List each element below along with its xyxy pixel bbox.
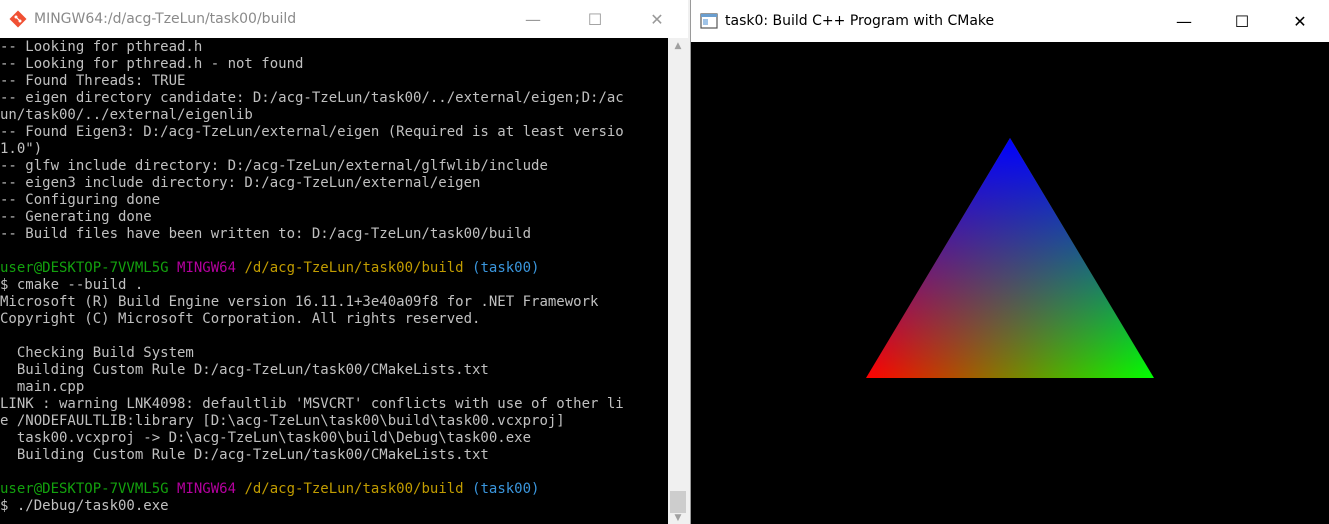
terminal-text-segment: -- Generating done <box>0 209 152 225</box>
terminal-text-segment: task00.vcxproj -> D:\acg-TzeLun\task00\b… <box>0 430 532 446</box>
close-button[interactable]: ✕ <box>1271 0 1329 42</box>
terminal-line: Copyright (C) Microsoft Corporation. All… <box>0 311 624 328</box>
terminal-text-segment: MINGW64 <box>177 260 245 276</box>
terminal-text-segment: 1.0") <box>0 141 43 157</box>
scroll-thumb[interactable] <box>670 491 686 513</box>
terminal-line: -- Looking for pthread.h <box>0 39 624 56</box>
terminal-text-segment: (task00) <box>472 260 540 276</box>
maximize-button[interactable]: ☐ <box>564 0 626 38</box>
terminal-text-segment: $ ./Debug/task00.exe <box>0 498 169 514</box>
terminal-line: user@DESKTOP-7VVML5G MINGW64 /d/acg-TzeL… <box>0 260 624 277</box>
terminal-text-segment: -- Looking for pthread.h <box>0 39 203 55</box>
terminal-line: -- Generating done <box>0 209 624 226</box>
terminal-window: MINGW64:/d/acg-TzeLun/task00/build — ☐ ✕… <box>0 0 688 524</box>
terminal-output[interactable]: -- Looking for pthread.h -- Looking for p… <box>0 38 668 524</box>
terminal-line: -- Found Threads: TRUE <box>0 73 624 90</box>
terminal-lines: -- Looking for pthread.h -- Looking for p… <box>0 39 624 515</box>
terminal-text-segment: Building Custom Rule D:/acg-TzeLun/task0… <box>0 362 489 378</box>
terminal-line: -- Found Eigen3: D:/acg-TzeLun/external/… <box>0 124 624 141</box>
maximize-button[interactable]: ☐ <box>1213 0 1271 42</box>
terminal-text-segment: -- glfw include directory: D:/acg-TzeLun… <box>0 158 548 174</box>
terminal-line: LINK : warning LNK4098: defaultlib 'MSVC… <box>0 396 624 413</box>
terminal-line: $ cmake --build . <box>0 277 624 294</box>
terminal-line: $ ./Debug/task00.exe <box>0 498 624 515</box>
terminal-line: Building Custom Rule D:/acg-TzeLun/task0… <box>0 362 624 379</box>
rendered-triangle <box>866 138 1154 378</box>
terminal-text-segment: -- Found Eigen3: D:/acg-TzeLun/external/… <box>0 124 624 140</box>
terminal-line: -- Looking for pthread.h - not found <box>0 56 624 73</box>
terminal-line: Microsoft (R) Build Engine version 16.11… <box>0 294 624 311</box>
terminal-text-segment: -- Configuring done <box>0 192 161 208</box>
terminal-text-segment: LINK : warning LNK4098: defaultlib 'MSVC… <box>0 396 624 412</box>
terminal-line: -- eigen directory candidate: D:/acg-Tze… <box>0 90 624 107</box>
terminal-text-segment: (task00) <box>472 481 540 497</box>
terminal-line: main.cpp <box>0 379 624 396</box>
scroll-down-arrow-icon[interactable]: ▼ <box>668 512 688 524</box>
terminal-text-segment: Building Custom Rule D:/acg-TzeLun/task0… <box>0 447 489 463</box>
opengl-titlebar[interactable]: task0: Build C++ Program with CMake — ☐ … <box>691 0 1329 42</box>
terminal-text-segment: un/task00/../external/eigenlib <box>0 107 253 123</box>
terminal-line: Building Custom Rule D:/acg-TzeLun/task0… <box>0 447 624 464</box>
terminal-line: e /NODEFAULTLIB:library [D:\acg-TzeLun\t… <box>0 413 624 430</box>
triangle-top-fill <box>866 138 1154 378</box>
terminal-text-segment: Microsoft (R) Build Engine version 16.11… <box>0 294 599 310</box>
terminal-line: 1.0") <box>0 141 624 158</box>
opengl-canvas[interactable] <box>691 42 1329 524</box>
terminal-text-segment: /d/acg-TzeLun/task00/build <box>244 481 473 497</box>
minimize-button[interactable]: — <box>1155 0 1213 42</box>
minimize-button[interactable]: — <box>502 0 564 38</box>
window-title: MINGW64:/d/acg-TzeLun/task00/build <box>34 11 297 27</box>
terminal-text-segment: -- Looking for pthread.h - not found <box>0 56 304 72</box>
terminal-text-segment: Copyright (C) Microsoft Corporation. All… <box>0 311 481 327</box>
git-bash-icon <box>8 9 28 29</box>
terminal-line: -- eigen3 include directory: D:/acg-TzeL… <box>0 175 624 192</box>
terminal-text-segment: e /NODEFAULTLIB:library [D:\acg-TzeLun\t… <box>0 413 565 429</box>
terminal-text-segment: /d/acg-TzeLun/task00/build <box>244 260 473 276</box>
close-button[interactable]: ✕ <box>626 0 688 38</box>
terminal-text-segment: MINGW64 <box>177 481 245 497</box>
app-window-icon <box>699 11 719 31</box>
terminal-text-segment: user@DESKTOP-7VVML5G <box>0 260 178 276</box>
window-title: task0: Build C++ Program with CMake <box>725 13 995 29</box>
terminal-line: un/task00/../external/eigenlib <box>0 107 624 124</box>
vertical-scrollbar[interactable]: ▲ ▼ <box>668 38 688 524</box>
terminal-text-segment: main.cpp <box>0 379 85 395</box>
terminal-text-segment: Checking Build System <box>0 345 194 361</box>
terminal-text-segment: -- eigen directory candidate: D:/acg-Tze… <box>0 90 624 106</box>
terminal-line: -- Build files have been written to: D:/… <box>0 226 624 243</box>
terminal-line: task00.vcxproj -> D:\acg-TzeLun\task00\b… <box>0 430 624 447</box>
terminal-text-segment: -- eigen3 include directory: D:/acg-TzeL… <box>0 175 481 191</box>
terminal-line: -- glfw include directory: D:/acg-TzeLun… <box>0 158 624 175</box>
terminal-text-segment: $ cmake --build . <box>0 277 144 293</box>
terminal-line: user@DESKTOP-7VVML5G MINGW64 /d/acg-TzeL… <box>0 481 624 498</box>
scroll-up-arrow-icon[interactable]: ▲ <box>668 40 688 52</box>
terminal-text-segment: -- Build files have been written to: D:/… <box>0 226 532 242</box>
terminal-line: -- Configuring done <box>0 192 624 209</box>
terminal-text-segment: user@DESKTOP-7VVML5G <box>0 481 178 497</box>
opengl-window: task0: Build C++ Program with CMake — ☐ … <box>690 0 1329 524</box>
terminal-text-segment: -- Found Threads: TRUE <box>0 73 186 89</box>
terminal-line: Checking Build System <box>0 345 624 362</box>
terminal-titlebar[interactable]: MINGW64:/d/acg-TzeLun/task00/build — ☐ ✕ <box>0 0 688 38</box>
